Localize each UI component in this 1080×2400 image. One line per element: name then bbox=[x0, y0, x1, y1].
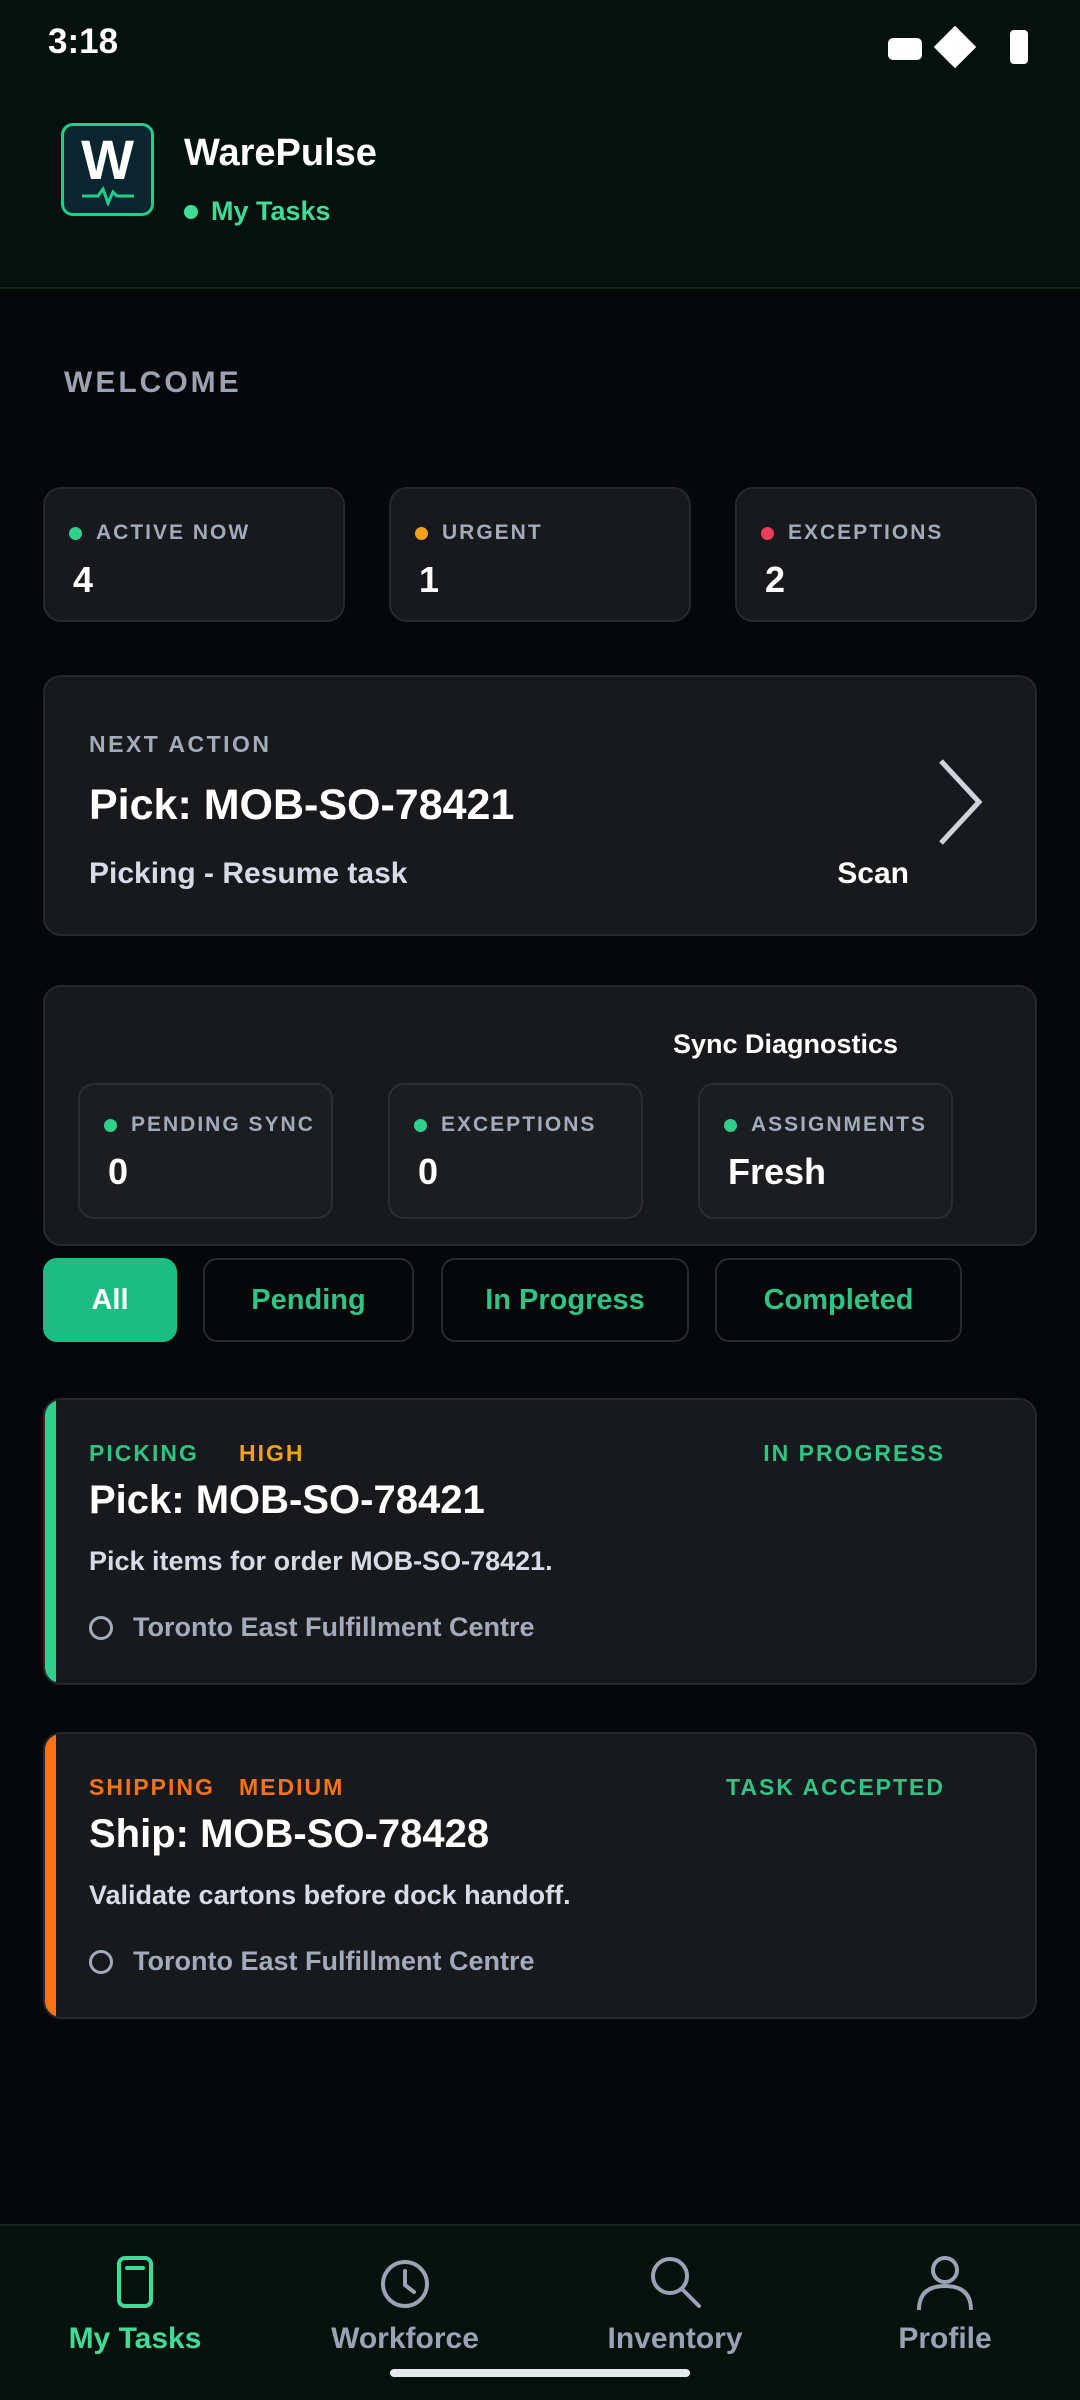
task-description: Pick items for order MOB-SO-78421. bbox=[89, 1546, 553, 1576]
nav-label: My Tasks bbox=[68, 2322, 202, 2355]
next-action-subtitle: Picking - Resume task bbox=[89, 857, 408, 890]
task-priority: MEDIUM bbox=[239, 1774, 345, 1800]
stat-label-row: ASSIGNMENTS bbox=[724, 1113, 927, 1137]
sync-assignments-card: ASSIGNMENTS Fresh bbox=[698, 1083, 953, 1219]
nav-label: Profile bbox=[898, 2322, 992, 2355]
sync-label: ASSIGNMENTS bbox=[751, 1113, 928, 1136]
stat-label-row: URGENT bbox=[415, 521, 543, 545]
stat-value: 4 bbox=[73, 559, 94, 600]
sync-value: 0 bbox=[108, 1151, 129, 1192]
task-location: Toronto East Fulfillment Centre bbox=[89, 1612, 535, 1643]
stat-label-row: EXCEPTIONS bbox=[414, 1113, 596, 1137]
sync-exceptions-card: EXCEPTIONS 0 bbox=[388, 1083, 643, 1219]
nav-item-workforce[interactable]: Workforce bbox=[295, 2252, 515, 2372]
search-icon bbox=[651, 2257, 701, 2308]
status-icons bbox=[888, 25, 1028, 69]
nav-item-profile[interactable]: Profile bbox=[835, 2252, 1055, 2372]
stat-card-exceptions[interactable]: EXCEPTIONS 2 bbox=[735, 487, 1037, 622]
task-priority: HIGH bbox=[239, 1440, 305, 1466]
app-title: WarePulse bbox=[184, 132, 377, 174]
sync-label: EXCEPTIONS bbox=[441, 1113, 597, 1136]
stat-value: 2 bbox=[765, 559, 786, 600]
nav-item-inventory[interactable]: Inventory bbox=[565, 2252, 785, 2372]
nav-label: Workforce bbox=[331, 2322, 479, 2355]
wifi-icon bbox=[933, 25, 977, 69]
sync-pending-card: PENDING SYNC 0 bbox=[78, 1083, 333, 1219]
active-dot bbox=[69, 526, 82, 540]
task-card[interactable]: PICKING HIGH IN PROGRESS Pick: MOB-SO-78… bbox=[43, 1398, 1037, 1685]
stat-label: ACTIVE NOW bbox=[96, 521, 251, 544]
pending-dot bbox=[104, 1118, 117, 1132]
sync-label: PENDING SYNC bbox=[131, 1113, 315, 1136]
stat-card-urgent[interactable]: URGENT 1 bbox=[389, 487, 691, 622]
status-dot bbox=[184, 204, 198, 219]
task-description: Validate cartons before dock handoff. bbox=[89, 1880, 571, 1910]
sync-diagnostics-card: Sync Diagnostics PENDING SYNC 0 EXCEPTIO… bbox=[43, 985, 1037, 1246]
pulse-icon bbox=[81, 185, 134, 206]
sync-value: 0 bbox=[418, 1151, 439, 1192]
task-location: Toronto East Fulfillment Centre bbox=[89, 1946, 535, 1977]
clock-icon bbox=[381, 2260, 429, 2308]
next-action-label: NEXT ACTION bbox=[89, 731, 272, 757]
app-subtitle: My Tasks bbox=[184, 196, 331, 227]
home-indicator[interactable] bbox=[390, 2369, 690, 2377]
stat-label-row: EXCEPTIONS bbox=[761, 521, 943, 545]
location-icon bbox=[89, 1949, 113, 1974]
task-location-text: Toronto East Fulfillment Centre bbox=[133, 1946, 535, 1976]
sync-title: Sync Diagnostics bbox=[673, 1029, 899, 1059]
location-icon bbox=[89, 1615, 113, 1640]
exceptions-dot bbox=[761, 526, 774, 540]
status-time: 3:18 bbox=[48, 22, 119, 61]
battery-icon bbox=[1010, 30, 1028, 64]
nav-item-my-tasks[interactable]: My Tasks bbox=[25, 2252, 245, 2372]
urgent-dot bbox=[415, 526, 428, 540]
chevron-right-icon[interactable] bbox=[935, 757, 985, 847]
stat-label: URGENT bbox=[442, 521, 543, 544]
stat-value: 1 bbox=[419, 559, 440, 600]
task-status: TASK ACCEPTED bbox=[726, 1774, 945, 1800]
task-status: IN PROGRESS bbox=[763, 1440, 945, 1466]
clipboard-icon bbox=[117, 2256, 153, 2308]
stat-card-active[interactable]: ACTIVE NOW 4 bbox=[43, 487, 345, 622]
app-subtitle-text: My Tasks bbox=[211, 196, 331, 226]
scan-button[interactable]: Scan bbox=[837, 857, 909, 891]
stat-label-row: PENDING SYNC bbox=[104, 1113, 315, 1137]
task-accent-bar bbox=[45, 1734, 56, 2017]
exceptions-dot bbox=[414, 1118, 427, 1132]
app-header: 3:18 W WarePulse My Tasks bbox=[0, 0, 1080, 289]
person-icon bbox=[917, 2256, 973, 2311]
task-card[interactable]: SHIPPING MEDIUM TASK ACCEPTED Ship: MOB-… bbox=[43, 1732, 1037, 2019]
task-title: Ship: MOB-SO-78428 bbox=[89, 1812, 490, 1856]
filter-chip-pending[interactable]: Pending bbox=[203, 1258, 414, 1342]
filter-chip-in-progress[interactable]: In Progress bbox=[441, 1258, 689, 1342]
app-logo: W bbox=[61, 123, 154, 216]
filter-chip-completed[interactable]: Completed bbox=[715, 1258, 962, 1342]
task-type: SHIPPING bbox=[89, 1774, 215, 1800]
stat-label: EXCEPTIONS bbox=[788, 521, 944, 544]
task-title: Pick: MOB-SO-78421 bbox=[89, 1478, 485, 1522]
filter-chip-all[interactable]: All bbox=[43, 1258, 177, 1342]
welcome-heading: WELCOME bbox=[64, 366, 242, 399]
task-type: PICKING bbox=[89, 1440, 199, 1466]
notification-icon bbox=[888, 38, 922, 60]
sync-value: Fresh bbox=[728, 1151, 827, 1192]
next-action-title: Pick: MOB-SO-78421 bbox=[89, 781, 515, 829]
next-action-card[interactable]: NEXT ACTION Pick: MOB-SO-78421 Picking -… bbox=[43, 675, 1037, 936]
task-location-text: Toronto East Fulfillment Centre bbox=[133, 1612, 535, 1642]
nav-label: Inventory bbox=[607, 2322, 743, 2355]
logo-letter: W bbox=[81, 127, 134, 191]
stat-label-row: ACTIVE NOW bbox=[69, 521, 250, 545]
task-accent-bar bbox=[45, 1400, 56, 1683]
assignments-dot bbox=[724, 1118, 737, 1132]
